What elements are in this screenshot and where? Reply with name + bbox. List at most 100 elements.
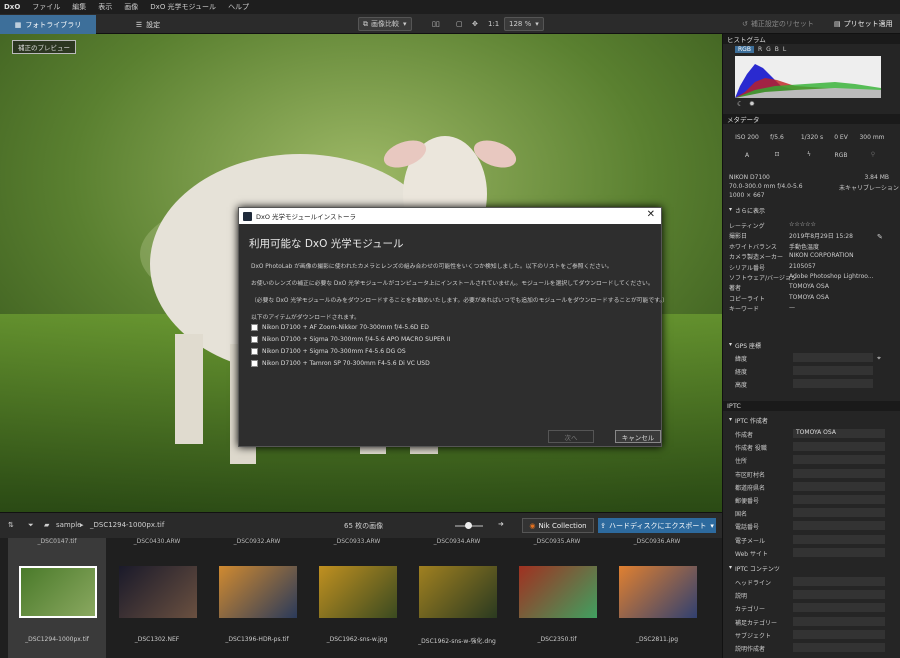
preset-button[interactable]: ▤ プリセット適用 — [834, 17, 893, 31]
tab-photo-library[interactable]: ▦ フォトライブラリ — [0, 15, 96, 34]
iptc-field-input[interactable] — [793, 577, 885, 586]
module-item[interactable]: Nikon D7100 + AF Zoom-Nikkor 70-300mm f/… — [251, 324, 429, 331]
circle-arrow-icon[interactable]: ➜ — [498, 520, 504, 528]
metadata-value[interactable]: — — [789, 304, 795, 313]
metadata-value[interactable]: TOMOYA OSA — [789, 283, 829, 292]
crop-icon[interactable]: ▢ — [456, 17, 463, 31]
export-button[interactable]: ⇪ ハードディスクにエクスポート ▾ — [598, 518, 716, 533]
thumbnail[interactable]: _DSC0933.ARW _DSC1962-sns-w.jpg — [308, 538, 406, 658]
module-checkbox[interactable] — [251, 360, 258, 367]
iptc-field-input[interactable] — [793, 442, 885, 452]
side-by-side-icon[interactable]: ▯▯ — [432, 17, 440, 31]
chevron-right-icon: ▸ — [80, 521, 84, 529]
nik-collection-button[interactable]: ◉ Nik Collection — [522, 518, 594, 533]
folder-name[interactable]: sample — [56, 521, 81, 529]
metadata-value[interactable]: ☆☆☆☆☆ — [789, 221, 816, 230]
zoom-select[interactable]: 128 % ▾ — [504, 17, 544, 31]
metadata-value[interactable]: TOMOYA OSA — [789, 294, 829, 303]
gps-field-input[interactable] — [793, 366, 873, 375]
gps-field-input[interactable] — [793, 353, 873, 362]
metadata-value[interactable]: 手動色温度 — [789, 242, 819, 251]
menu-help[interactable]: ヘルプ — [228, 2, 249, 12]
iptc-field-input[interactable] — [793, 455, 885, 465]
iptc-field-input[interactable] — [793, 508, 885, 518]
iptc-field-label: 説明作成者 — [735, 646, 766, 653]
menu-image[interactable]: 画像 — [124, 2, 138, 12]
iptc-field-input[interactable] — [793, 629, 885, 639]
iptc-field-input[interactable] — [793, 468, 885, 478]
metadata-value[interactable]: NIKON CORPORATION — [789, 252, 854, 261]
menu-optics[interactable]: DxO 光学モジュール — [150, 2, 216, 12]
menu-view[interactable]: 表示 — [98, 2, 112, 12]
chevron-down-icon: ▾ — [710, 521, 714, 530]
ratio-button[interactable]: 1:1 — [488, 17, 499, 31]
preview-label[interactable]: 補正のプレビュー — [12, 40, 76, 54]
iptc-content-toggle[interactable]: ▾ IPTC コンテンツ — [729, 564, 780, 573]
metadata-header[interactable]: メタデータ — [723, 114, 900, 124]
tab-settings[interactable]: ☰ 設定 — [100, 15, 196, 34]
metadata-key: コピーライト — [729, 295, 766, 303]
compare-button[interactable]: ⧉ 画像比較 ▾ — [358, 17, 412, 31]
module-item[interactable]: Nikon D7100 + Sigma 70-300mm f/4-5.6 APO… — [251, 336, 450, 343]
dialog-heading: 利用可能な DxO 光学モジュール — [249, 238, 404, 250]
hist-tab-l[interactable]: L — [783, 46, 786, 53]
close-icon[interactable]: ✕ — [647, 209, 655, 220]
compare-label: 画像比較 — [371, 20, 399, 28]
pan-icon[interactable]: ✥ — [472, 17, 478, 31]
iptc-field-input[interactable] — [793, 590, 885, 600]
sun-icon[interactable]: ✹ — [749, 100, 755, 108]
chevron-down-icon: ▾ — [535, 20, 539, 28]
sort-icon[interactable]: ⇅ — [8, 521, 14, 529]
next-button[interactable]: 次へ — [548, 430, 594, 443]
iptc-field-input[interactable] — [793, 495, 885, 504]
metadata-value[interactable]: 2019年8月29日 15:28 — [789, 231, 853, 240]
iptc-field-input[interactable] — [793, 481, 885, 491]
thumbnail-top-label: _DSC0936.ARW — [633, 538, 681, 545]
chevron-down-icon: ▾ — [729, 341, 733, 348]
map-pin-icon[interactable]: ⌖ — [877, 354, 881, 363]
file-size: 3.84 MB — [864, 174, 889, 181]
hist-tab-g[interactable]: G — [766, 46, 771, 53]
hist-tab-r[interactable]: R — [758, 46, 762, 53]
gps-field-label: 緯度 — [735, 356, 748, 363]
menu-edit[interactable]: 編集 — [72, 2, 86, 12]
moon-icon[interactable]: ☾ — [737, 100, 743, 108]
hist-tab-rgb[interactable]: RGB — [735, 46, 754, 53]
thumbnail[interactable]: _DSC0936.ARW _DSC2811.jpg — [608, 538, 706, 658]
thumbnail[interactable]: _DSC0934.ARW _DSC1962-sns-w-強化.dng — [408, 538, 506, 658]
thumbnail[interactable]: _DSC0932.ARW _DSC1396-HDR-ps.tif — [208, 538, 306, 658]
iptc-field-input[interactable] — [793, 616, 885, 626]
thumb-size-slider[interactable] — [455, 522, 483, 529]
iptc-field-input[interactable] — [793, 643, 885, 652]
edit-pencil-icon[interactable]: ✎ — [877, 233, 883, 241]
iptc-field-input[interactable] — [793, 603, 885, 613]
reset-button[interactable]: ↺ 補正設定のリセット — [742, 17, 814, 31]
gps-section-toggle[interactable]: ▾ GPS 座標 — [729, 341, 761, 350]
module-item[interactable]: Nikon D7100 + Sigma 70-300mm F4-5.6 DG O… — [251, 348, 406, 355]
slider-handle[interactable] — [465, 522, 472, 529]
thumbnail[interactable]: _DSC0147.tif _DSC1294-1000px.tif — [8, 538, 106, 658]
metadata-value[interactable]: Adobe Photoshop Lightroo... — [789, 273, 874, 282]
thumbnail-filename: _DSC1962-sns-w.jpg — [326, 636, 388, 643]
histogram-header[interactable]: ヒストグラム — [723, 34, 900, 44]
iptc-creator-toggle[interactable]: ▾ IPTC 作成者 — [729, 416, 768, 425]
cancel-button[interactable]: キャンセル — [615, 430, 661, 443]
iptc-field-input[interactable] — [793, 534, 885, 544]
metadata-value[interactable]: 2105057 — [789, 263, 816, 272]
gps-field-input[interactable] — [793, 379, 873, 388]
module-checkbox[interactable] — [251, 348, 258, 355]
thumbnail-filename: _DSC1962-sns-w-強化.dng — [418, 638, 496, 645]
module-checkbox[interactable] — [251, 324, 258, 331]
show-more-toggle[interactable]: ▾ さらに表示 — [729, 206, 765, 215]
iptc-field-input[interactable]: TOMOYA OSA — [793, 429, 885, 438]
iptc-field-input[interactable] — [793, 547, 885, 557]
hist-tab-b[interactable]: B — [775, 46, 779, 53]
module-checkbox[interactable] — [251, 336, 258, 343]
module-item[interactable]: Nikon D7100 + Tamron SP 70-300mm F4-5.6 … — [251, 360, 430, 367]
iptc-header[interactable]: IPTC — [723, 401, 900, 411]
filter-icon[interactable]: ⏷ — [28, 521, 34, 530]
thumbnail[interactable]: _DSC0430.ARW _DSC1302.NEF — [108, 538, 206, 658]
menu-file[interactable]: ファイル — [32, 2, 60, 12]
iptc-field-input[interactable] — [793, 521, 885, 531]
thumbnail[interactable]: _DSC0935.ARW _DSC2350.tif — [508, 538, 606, 658]
